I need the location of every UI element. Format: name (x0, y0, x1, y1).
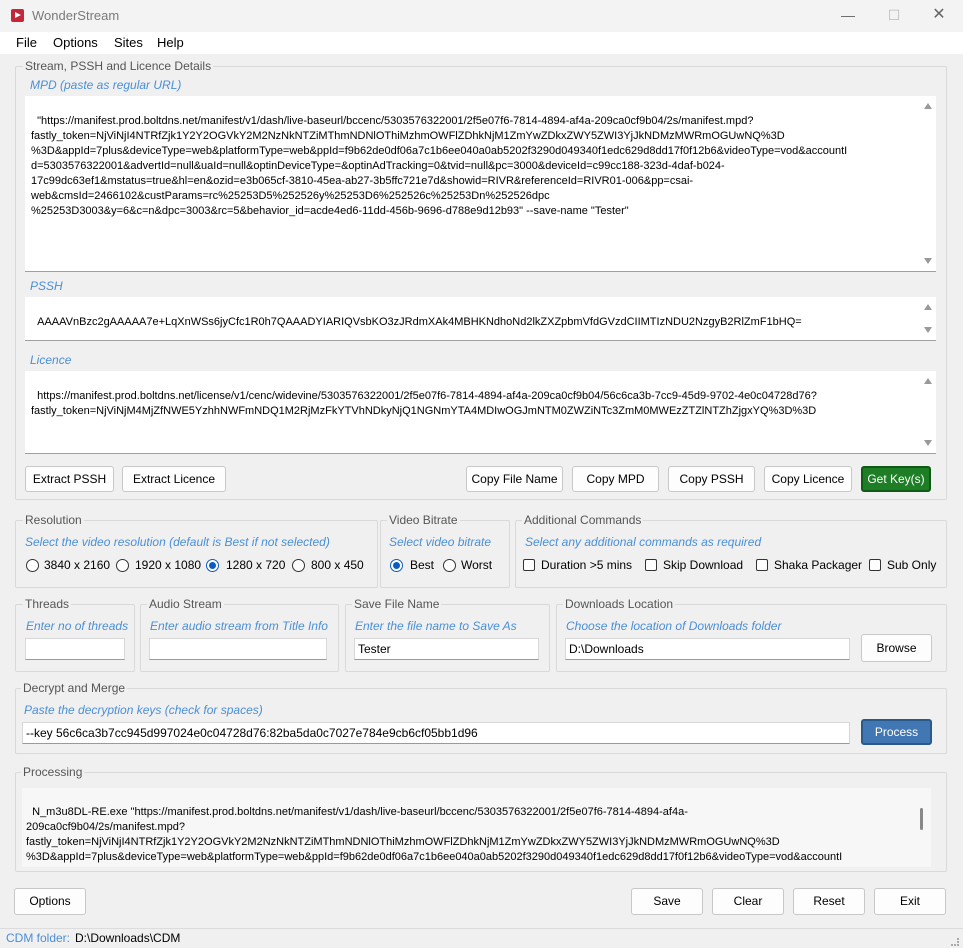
resolution-label: Resolution (23, 513, 84, 527)
copy-pssh-button[interactable]: Copy PSSH (668, 466, 755, 492)
scroll-down-icon[interactable] (924, 440, 932, 446)
bitrate-panel (380, 520, 510, 588)
extract-pssh-button[interactable]: Extract PSSH (25, 466, 114, 492)
processing-label: Processing (21, 765, 85, 779)
clear-button[interactable]: Clear (712, 888, 784, 915)
radio-1280[interactable] (206, 559, 219, 572)
checkbox-duration-label: Duration >5 mins (541, 558, 633, 572)
radio-800[interactable] (292, 559, 305, 572)
radio-1920-label: 1920 x 1080 (135, 558, 202, 572)
downloads-location-label: Downloads Location (563, 597, 676, 611)
mpd-hint: MPD (paste as regular URL) (30, 78, 182, 92)
scroll-down-icon[interactable] (924, 258, 932, 264)
status-bar: CDM folder: D:\Downloads\CDM (0, 928, 963, 948)
menu-options[interactable]: Options (53, 35, 98, 50)
scroll-up-icon[interactable] (924, 378, 932, 384)
save-file-name-input[interactable]: Tester (354, 638, 539, 660)
options-button[interactable]: Options (14, 888, 86, 915)
pssh-scrollbar[interactable] (919, 297, 936, 340)
additional-commands-panel (515, 520, 947, 588)
additional-commands-label: Additional Commands (522, 513, 644, 527)
downloads-location-hint: Choose the location of Downloads folder (566, 619, 782, 633)
checkbox-shaka[interactable] (756, 559, 768, 571)
copy-mpd-button[interactable]: Copy MPD (572, 466, 659, 492)
radio-1280-label: 1280 x 720 (226, 558, 286, 572)
resize-grip-icon[interactable] (951, 938, 959, 946)
copy-licence-button[interactable]: Copy Licence (764, 466, 852, 492)
details-group-label: Stream, PSSH and Licence Details (23, 59, 214, 73)
radio-800-label: 800 x 450 (311, 558, 364, 572)
checkbox-duration[interactable] (523, 559, 535, 571)
scroll-down-icon[interactable] (924, 327, 932, 333)
title-bar: WonderStream — ☐ ✕ (0, 0, 963, 32)
threads-input[interactable] (25, 638, 125, 660)
mpd-textarea[interactable]: "https://manifest.prod.boltdns.net/manif… (25, 96, 936, 272)
mpd-text: "https://manifest.prod.boltdns.net/manif… (31, 115, 848, 217)
radio-1920[interactable] (116, 559, 129, 572)
checkbox-skip-download-label: Skip Download (663, 558, 744, 572)
checkbox-sub-only-label: Sub Only (887, 558, 937, 572)
radio-worst[interactable] (443, 559, 456, 572)
radio-3840-label: 3840 x 2160 (44, 558, 111, 572)
pssh-text: AAAAVnBzc2gAAAAA7e+LqXnWSs6jyCfc1R0h7QAA… (37, 316, 802, 328)
pssh-textarea[interactable]: AAAAVnBzc2gAAAAA7e+LqXnWSs6jyCfc1R0h7QAA… (25, 297, 936, 341)
decryption-keys-input[interactable]: --key 56c6ca3b7cc945d997024e0c04728d76:8… (22, 722, 850, 744)
browse-button[interactable]: Browse (861, 634, 932, 662)
maximize-button[interactable]: ☐ (871, 0, 917, 32)
process-button[interactable]: Process (861, 719, 932, 745)
cdm-folder-value: D:\Downloads\CDM (75, 931, 181, 945)
downloads-location-input[interactable]: D:\Downloads (565, 638, 850, 660)
save-file-name-label: Save File Name (352, 597, 442, 611)
decrypt-hint: Paste the decryption keys (check for spa… (24, 703, 263, 717)
licence-scrollbar[interactable] (919, 371, 936, 453)
cdm-folder-label: CDM folder: (6, 931, 71, 945)
threads-hint: Enter no of threads (26, 619, 129, 633)
scroll-up-icon[interactable] (924, 103, 932, 109)
licence-textarea[interactable]: https://manifest.prod.boltdns.net/licens… (25, 371, 936, 454)
additional-commands-hint: Select any additional commands as requir… (525, 535, 762, 549)
decrypt-label: Decrypt and Merge (21, 681, 128, 695)
mpd-scrollbar[interactable] (919, 96, 936, 271)
reset-button[interactable]: Reset (793, 888, 865, 915)
menu-help[interactable]: Help (157, 35, 184, 50)
decrypt-panel (15, 688, 947, 754)
minimize-button[interactable]: — (825, 0, 871, 32)
radio-best-label: Best (410, 558, 435, 572)
radio-best[interactable] (390, 559, 403, 572)
menu-bar: File Options Sites Help (0, 32, 963, 54)
audio-stream-label: Audio Stream (147, 597, 224, 611)
audio-stream-hint: Enter audio stream from Title Info (150, 619, 328, 633)
radio-3840[interactable] (26, 559, 39, 572)
licence-text: https://manifest.prod.boltdns.net/licens… (31, 390, 817, 417)
threads-label: Threads (23, 597, 72, 611)
processing-scrollbar-thumb[interactable] (920, 808, 923, 830)
checkbox-skip-download[interactable] (645, 559, 657, 571)
licence-hint: Licence (30, 353, 72, 367)
save-button[interactable]: Save (631, 888, 703, 915)
radio-worst-label: Worst (461, 558, 493, 572)
bitrate-hint: Select video bitrate (389, 535, 492, 549)
resolution-panel (15, 520, 378, 588)
checkbox-sub-only[interactable] (869, 559, 881, 571)
pssh-hint: PSSH (30, 279, 63, 293)
app-icon (11, 9, 24, 22)
exit-button[interactable]: Exit (874, 888, 946, 915)
get-keys-button[interactable]: Get Key(s) (861, 466, 931, 492)
checkbox-shaka-label: Shaka Packager (774, 558, 863, 572)
resolution-hint: Select the video resolution (default is … (25, 535, 330, 549)
scroll-up-icon[interactable] (924, 304, 932, 310)
menu-file[interactable]: File (16, 35, 37, 50)
bitrate-label: Video Bitrate (387, 513, 460, 527)
close-button[interactable]: ✕ (916, 0, 962, 32)
copy-file-name-button[interactable]: Copy File Name (466, 466, 563, 492)
window-title: WonderStream (32, 8, 120, 23)
extract-licence-button[interactable]: Extract Licence (122, 466, 226, 492)
audio-stream-input[interactable] (149, 638, 327, 660)
processing-text: N_m3u8DL-RE.exe "https://manifest.prod.b… (26, 806, 843, 867)
menu-sites[interactable]: Sites (114, 35, 143, 50)
save-file-name-hint: Enter the file name to Save As (355, 619, 517, 633)
processing-output[interactable]: N_m3u8DL-RE.exe "https://manifest.prod.b… (22, 788, 931, 867)
